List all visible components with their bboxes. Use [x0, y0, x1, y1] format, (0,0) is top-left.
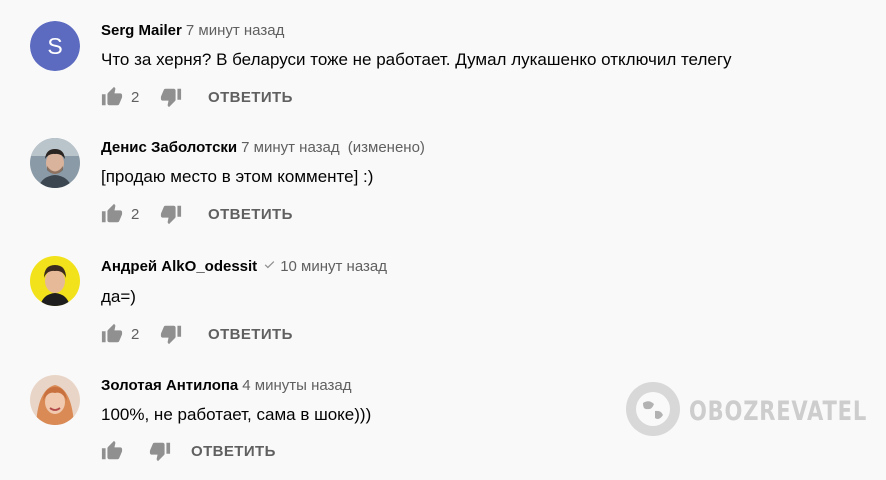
avatar[interactable]	[30, 138, 80, 188]
comment-header: Золотая Антилопа 4 минуты назад	[101, 377, 352, 395]
author-name[interactable]: Денис Заболотски	[101, 139, 237, 156]
edited-label: (изменено)	[347, 139, 425, 156]
comment-actions: 2 ОТВЕТИТЬ	[101, 85, 293, 109]
timestamp[interactable]: 7 минут назад	[186, 22, 284, 39]
reply-button[interactable]: ОТВЕТИТЬ	[191, 443, 276, 460]
thumbs-down-icon[interactable]	[149, 440, 171, 462]
avatar[interactable]	[30, 375, 80, 425]
comment-3: Андрей AlkO_odessit 10 минут назад да=) 2…	[0, 236, 886, 346]
comment-text: Что за херня? В беларуси тоже не работае…	[101, 50, 732, 69]
watermark-logo: OBOZREVATEL	[689, 395, 868, 427]
checkmark-icon	[263, 258, 276, 276]
comment-header: Serg Mailer 7 минут назад	[101, 22, 284, 40]
reply-button[interactable]: ОТВЕТИТЬ	[208, 206, 293, 223]
timestamp[interactable]: 4 минуты назад	[242, 377, 351, 394]
like-count: 2	[131, 325, 140, 343]
thumbs-up-icon[interactable]	[101, 323, 123, 345]
obozrevatel-watermark: OBOZREVATEL	[625, 381, 886, 442]
avatar[interactable]	[30, 256, 80, 306]
like-count: 2	[131, 205, 140, 223]
author-name[interactable]: Serg Mailer	[101, 22, 182, 39]
thumbs-down-icon[interactable]	[160, 86, 182, 108]
avatar[interactable]: S	[30, 21, 80, 71]
reply-button[interactable]: ОТВЕТИТЬ	[208, 326, 293, 343]
thumbs-up-icon[interactable]	[101, 86, 123, 108]
comment-text: [продаю место в этом комменте] :)	[101, 167, 374, 186]
author-name[interactable]: Золотая Антилопа	[101, 377, 238, 394]
like-count: 2	[131, 88, 140, 106]
timestamp[interactable]: 7 минут назад	[241, 139, 339, 156]
svg-text:S: S	[47, 33, 62, 59]
comment-1: S Serg Mailer 7 минут назад Что за херня?…	[0, 0, 886, 110]
comment-actions: 2 ОТВЕТИТЬ	[101, 322, 293, 346]
comment-text: 100%, не работает, сама в шоке)))	[101, 405, 372, 424]
comment-header: Денис Заболотски 7 минут назад (изменено)	[101, 139, 425, 157]
comment-text: да=)	[101, 287, 136, 306]
comment-2: Денис Заболотски 7 минут назад (изменено)…	[0, 117, 886, 227]
thumbs-up-icon[interactable]	[101, 203, 123, 225]
thumbs-down-icon[interactable]	[160, 323, 182, 345]
comment-header: Андрей AlkO_odessit 10 минут назад	[101, 258, 387, 276]
comment-actions: ОТВЕТИТЬ	[101, 439, 276, 463]
reply-button[interactable]: ОТВЕТИТЬ	[208, 89, 293, 106]
author-name[interactable]: Андрей AlkO_odessit	[101, 258, 257, 275]
thumbs-down-icon[interactable]	[160, 203, 182, 225]
thumbs-up-icon[interactable]	[101, 440, 123, 462]
comment-actions: 2 ОТВЕТИТЬ	[101, 202, 293, 226]
timestamp[interactable]: 10 минут назад	[280, 258, 387, 275]
globe-icon	[625, 381, 681, 442]
